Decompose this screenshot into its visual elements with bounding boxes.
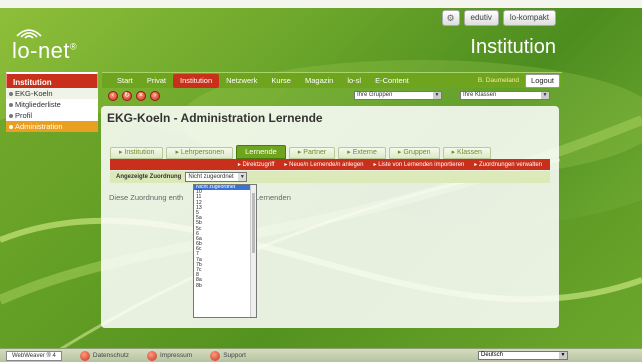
lo-kompakt-link[interactable]: lo-kompakt: [502, 10, 556, 26]
logo-registered: ®: [70, 41, 78, 52]
tab-externe[interactable]: ▸ Externe: [338, 147, 386, 159]
action-label: Neue/n Lernende/n anlegen: [289, 162, 364, 168]
dropdown-option[interactable]: 8b: [194, 283, 256, 289]
dropdown-scrollbar[interactable]: [250, 185, 256, 317]
zuordnung-select[interactable]: Nicht zugeordnet ▼: [185, 172, 248, 182]
classes-select[interactable]: Ihre Klassen ▼: [460, 91, 550, 100]
bullet-icon: [9, 114, 13, 119]
chevron-down-icon: ▼: [433, 92, 441, 99]
chevron-down-icon: ▼: [559, 352, 567, 359]
tab-label: Externe: [352, 149, 377, 156]
language-select[interactable]: Deutsch ▼: [478, 351, 568, 360]
tab-institution[interactable]: ▸ Institution: [110, 147, 164, 159]
action-neue-lernende[interactable]: ▸ Neue/n Lernende/n anlegen: [284, 161, 363, 168]
footer-link-datenschutz[interactable]: Datenschutz: [79, 350, 130, 361]
filter-bar: Angezeigte Zuordnung Nicht zugeordnet ▼: [110, 171, 550, 183]
nav-kurse[interactable]: Kurse: [264, 74, 298, 88]
admin-tabs: ▸ Institution ▸ Lehrpersonen Lernende ▸ …: [110, 145, 491, 159]
tab-label: Lehrpersonen: [180, 149, 225, 156]
groups-select-value: Ihre Gruppen: [357, 92, 393, 98]
info-text-right: Lernenden: [255, 193, 291, 202]
footer: WebWeaver ® 4 Datenschutz Impressum Supp…: [0, 348, 642, 362]
page-title: EKG-Koeln - Administration Lernende: [107, 111, 323, 125]
sidebar-item-ekg-koeln[interactable]: EKG-Koeln: [6, 88, 98, 99]
logo-text: lo-net: [12, 38, 71, 63]
impressum-icon: [147, 350, 158, 361]
support-icon: [210, 350, 221, 361]
tab-label: Institution: [124, 149, 155, 156]
footer-link-label: Support: [223, 352, 246, 359]
sidebar-item-label: EKG-Koeln: [15, 89, 53, 98]
tab-gruppen[interactable]: ▸ Gruppen: [388, 147, 440, 159]
zuordnung-dropdown-list[interactable]: Nicht zugeordnet 10 11 12 13 5 5a 5b 5c 6 6a 6b 6c 7 7…: [193, 184, 257, 318]
sidebar-title: Institution: [6, 72, 98, 88]
forward-icon[interactable]: ›: [150, 90, 160, 101]
action-liste-importieren[interactable]: ▸ Liste von Lernenden importieren: [374, 161, 465, 168]
footer-link-support[interactable]: Support: [210, 350, 246, 361]
filter-label: Angezeigte Zuordnung: [116, 174, 182, 180]
info-text-left: Diese Zuordnung enth: [109, 193, 184, 202]
tools-icon[interactable]: ⚙: [441, 10, 460, 26]
scrollbar-thumb[interactable]: [252, 193, 255, 253]
action-label: Direktzugriff: [242, 162, 275, 168]
action-bar: ▸ Direktzugriff ▸ Neue/n Lernende/n anle…: [110, 159, 550, 170]
info-text: Diese Zuordnung enth Lernenden: [109, 193, 291, 202]
classes-select-value: Ihre Klassen: [463, 92, 497, 98]
nav-magazin[interactable]: Magazin: [298, 74, 340, 88]
current-user: B. Daumeland: [477, 77, 520, 84]
tab-lernende[interactable]: Lernende: [236, 145, 286, 159]
chevron-down-icon: ▼: [238, 173, 247, 181]
content-panel: EKG-Koeln - Administration Lernende ▸ In…: [101, 106, 559, 328]
sidebar-item-administration[interactable]: Administration: [6, 121, 98, 132]
action-label: Zuordnungen verwalten: [478, 162, 542, 168]
action-direktzugriff[interactable]: ▸ Direktzugriff: [238, 161, 275, 168]
footer-link-label: Datenschutz: [92, 352, 130, 359]
tab-label: Klassen: [457, 149, 482, 156]
sidebar-item-profil[interactable]: Profil: [6, 110, 98, 121]
main-nav: Start Privat Institution Netzwerk Kurse …: [102, 72, 562, 88]
webweaver-badge[interactable]: WebWeaver ® 4: [6, 350, 62, 361]
tab-label: Lernende: [245, 147, 277, 156]
sidebar: Institution EKG-Koeln Mitgliederliste Pr…: [6, 72, 98, 132]
section-title: Institution: [470, 36, 556, 58]
edutiv-link[interactable]: edutiv: [463, 10, 499, 26]
chevron-down-icon: ▼: [541, 92, 549, 99]
datenschutz-icon: [79, 350, 90, 361]
logout-button[interactable]: Logout: [525, 73, 560, 88]
action-label: Liste von Lernenden importieren: [378, 162, 465, 168]
nav-institution[interactable]: Institution: [173, 73, 220, 88]
sidebar-item-label: Profil: [15, 111, 33, 120]
sidebar-item-label: Administration: [15, 122, 63, 131]
tab-partner[interactable]: ▸ Partner: [288, 147, 336, 159]
groups-select[interactable]: Ihre Gruppen ▼: [354, 91, 442, 100]
sidebar-item-label: Mitgliederliste: [15, 100, 61, 109]
language-select-value: Deutsch: [481, 352, 504, 358]
reload-icon[interactable]: ↻: [122, 90, 132, 101]
browser-top-strip: [0, 0, 642, 8]
sidebar-item-mitgliederliste[interactable]: Mitgliederliste: [6, 99, 98, 110]
nav-e-content[interactable]: E-Content: [368, 74, 416, 88]
stop-icon[interactable]: ×: [136, 90, 146, 101]
nav-netzwerk[interactable]: Netzwerk: [219, 74, 264, 88]
nav-start[interactable]: Start: [110, 74, 140, 88]
tab-label: Gruppen: [403, 149, 431, 156]
footer-link-label: Impressum: [160, 352, 193, 359]
bullet-icon: [9, 103, 13, 108]
back-icon[interactable]: ‹: [108, 90, 118, 101]
zuordnung-select-value: Nicht zugeordnet: [188, 174, 234, 180]
bullet-icon: [9, 92, 13, 97]
action-zuordnungen[interactable]: ▸ Zuordnungen verwalten: [474, 161, 542, 168]
bullet-icon: [9, 125, 13, 130]
top-links: ⚙ edutiv lo-kompakt: [441, 10, 556, 26]
nav-lo-sl[interactable]: lo-sl: [340, 74, 368, 88]
footer-link-impressum[interactable]: Impressum: [147, 350, 193, 361]
lo-net-logo[interactable]: lo-net®: [8, 24, 108, 64]
tab-lehrpersonen[interactable]: ▸ Lehrpersonen: [166, 147, 234, 159]
nav-privat[interactable]: Privat: [140, 74, 173, 88]
tab-klassen[interactable]: ▸ Klassen: [442, 147, 491, 159]
tab-label: Partner: [303, 149, 327, 156]
